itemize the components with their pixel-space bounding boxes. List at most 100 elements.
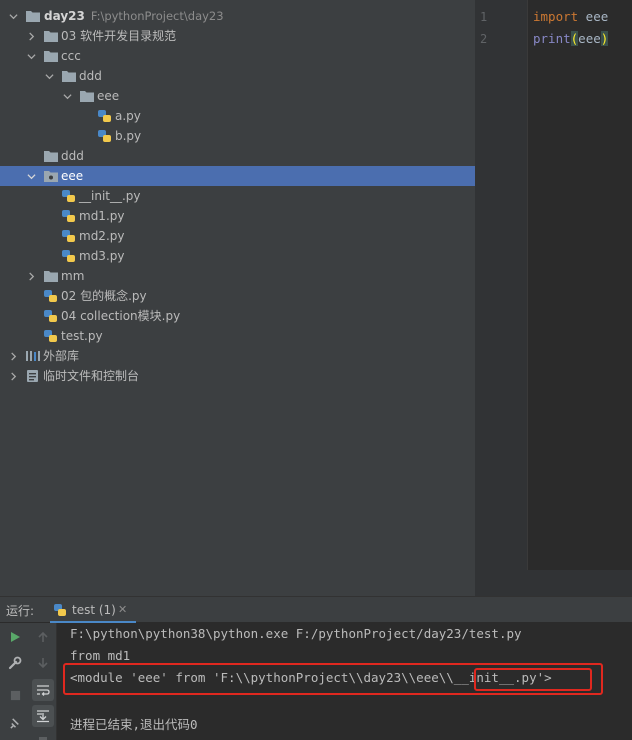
chevron-down-icon[interactable]	[43, 66, 55, 86]
tree-item-label: eee	[61, 169, 84, 183]
scratches-icon	[25, 369, 41, 383]
folder-icon	[79, 89, 95, 103]
tree-item-folder[interactable]: eee	[0, 86, 475, 106]
console-line-exit: 进程已结束,退出代码0	[70, 717, 198, 732]
chevron-down-icon[interactable]	[25, 46, 37, 66]
run-panel-title: 运行:	[6, 604, 35, 618]
chevron-right-icon[interactable]	[25, 26, 37, 46]
tree-item-label: md3.py	[79, 249, 125, 263]
chevron-right-icon[interactable]	[25, 266, 37, 286]
tree-item-folder[interactable]: ddd	[0, 66, 475, 86]
run-panel-header: 运行: test (1) ✕	[0, 596, 632, 624]
python-file-icon	[61, 189, 77, 203]
python-run-icon	[52, 602, 68, 618]
soft-wrap-icon[interactable]	[32, 679, 54, 701]
tree-item-folder[interactable]: ccc	[0, 46, 475, 66]
tree-item-label: ccc	[61, 49, 81, 63]
tree-item-folder[interactable]: ddd	[0, 146, 475, 166]
chevron-right-icon[interactable]	[7, 366, 19, 386]
folder-icon	[43, 269, 59, 283]
keyword-token: import	[533, 9, 579, 24]
tree-item-file[interactable]: md1.py	[0, 206, 475, 226]
tree-item-label: md2.py	[79, 229, 125, 243]
python-file-icon	[43, 329, 59, 343]
tree-item-folder[interactable]: 03 软件开发目录规范	[0, 26, 475, 46]
run-toolbar-secondary	[30, 623, 57, 740]
tree-item-label: mm	[61, 269, 85, 283]
tree-item-label: test.py	[61, 329, 103, 343]
identifier-token: eee	[578, 9, 609, 24]
tree-item-label: a.py	[115, 109, 141, 123]
tree-item-label: 临时文件和控制台	[43, 369, 140, 383]
tree-item-file[interactable]: a.py	[0, 106, 475, 126]
chevron-down-icon[interactable]	[25, 166, 37, 186]
tree-item-label: 外部库	[43, 349, 80, 363]
tree-item-label: 03 软件开发目录规范	[61, 29, 177, 43]
chevron-down-icon[interactable]	[61, 86, 73, 106]
code-editor[interactable]: 1 2 import eee print(eee)	[475, 0, 632, 570]
tree-item-label: ddd	[61, 149, 84, 163]
arrow-up-icon[interactable]	[32, 626, 54, 648]
tree-item-file[interactable]: md2.py	[0, 226, 475, 246]
tree-item-file[interactable]: test.py	[0, 326, 475, 346]
run-tab[interactable]: test (1) ✕	[50, 597, 136, 624]
tree-root-path: F:\pythonProject\day23	[90, 9, 224, 23]
tree-item-label: eee	[97, 89, 120, 103]
run-tab-label: test (1)	[72, 603, 116, 617]
arrow-down-icon[interactable]	[32, 652, 54, 674]
tree-item-folder[interactable]: mm	[0, 266, 475, 286]
print-icon[interactable]	[32, 730, 54, 740]
console-line: from md1	[70, 648, 131, 663]
folder-icon	[25, 9, 41, 23]
scroll-to-end-icon[interactable]	[32, 705, 54, 727]
python-file-icon	[43, 309, 59, 323]
pin-icon[interactable]	[4, 712, 26, 734]
tree-item-scratches[interactable]: 临时文件和控制台	[0, 366, 475, 386]
tree-item-package-selected[interactable]: eee	[0, 166, 475, 186]
run-toolbar-primary	[0, 623, 30, 740]
stop-icon[interactable]	[4, 684, 26, 706]
tree-item-external-libraries[interactable]: 外部库	[0, 346, 475, 366]
code-line[interactable]: import eee	[533, 9, 608, 24]
code-line[interactable]: print(eee)	[533, 31, 609, 46]
tree-root-label: day23 F:\pythonProject\day23	[44, 9, 224, 23]
python-file-icon	[61, 229, 77, 243]
tree-item-label: 04 collection模块.py	[61, 309, 181, 323]
folder-icon	[43, 49, 59, 63]
paren-token: )	[600, 31, 609, 46]
python-file-icon	[97, 109, 113, 123]
tree-item-label: ddd	[79, 69, 102, 83]
run-panel-body: F:\python\python38\python.exe F:/pythonP…	[0, 623, 632, 740]
tree-item-label: b.py	[115, 129, 142, 143]
builtin-token: print	[533, 31, 571, 46]
tree-item-file[interactable]: 04 collection模块.py	[0, 306, 475, 326]
tree-item-file[interactable]: b.py	[0, 126, 475, 146]
editor-footer	[475, 570, 632, 596]
line-number: 2	[480, 32, 488, 46]
tree-item-label: __init__.py	[79, 189, 141, 203]
close-icon[interactable]: ✕	[118, 603, 127, 616]
console-line-command: F:\python\python38\python.exe F:/pythonP…	[70, 626, 522, 641]
library-icon	[25, 349, 41, 363]
line-number: 1	[480, 10, 488, 24]
chevron-down-icon[interactable]	[7, 6, 19, 26]
python-file-icon	[97, 129, 113, 143]
python-file-icon	[61, 209, 77, 223]
tree-item-file[interactable]: __init__.py	[0, 186, 475, 206]
tree-item-file[interactable]: md3.py	[0, 246, 475, 266]
identifier-token: eee	[578, 31, 601, 46]
line-number-gutter: 1 2	[475, 0, 528, 570]
wrench-icon[interactable]	[4, 652, 26, 674]
chevron-right-icon[interactable]	[7, 346, 19, 366]
highlight-box-init	[474, 668, 592, 691]
python-file-icon	[61, 249, 77, 263]
package-folder-icon	[43, 169, 59, 183]
rerun-icon[interactable]	[4, 626, 26, 648]
folder-icon	[61, 69, 77, 83]
tree-item-label: md1.py	[79, 209, 125, 223]
python-file-icon	[43, 289, 59, 303]
tree-item-file[interactable]: 02 包的概念.py	[0, 286, 475, 306]
folder-icon	[43, 29, 59, 43]
tree-root-day23[interactable]: day23 F:\pythonProject\day23	[0, 6, 475, 26]
tree-item-label: 02 包的概念.py	[61, 289, 147, 303]
